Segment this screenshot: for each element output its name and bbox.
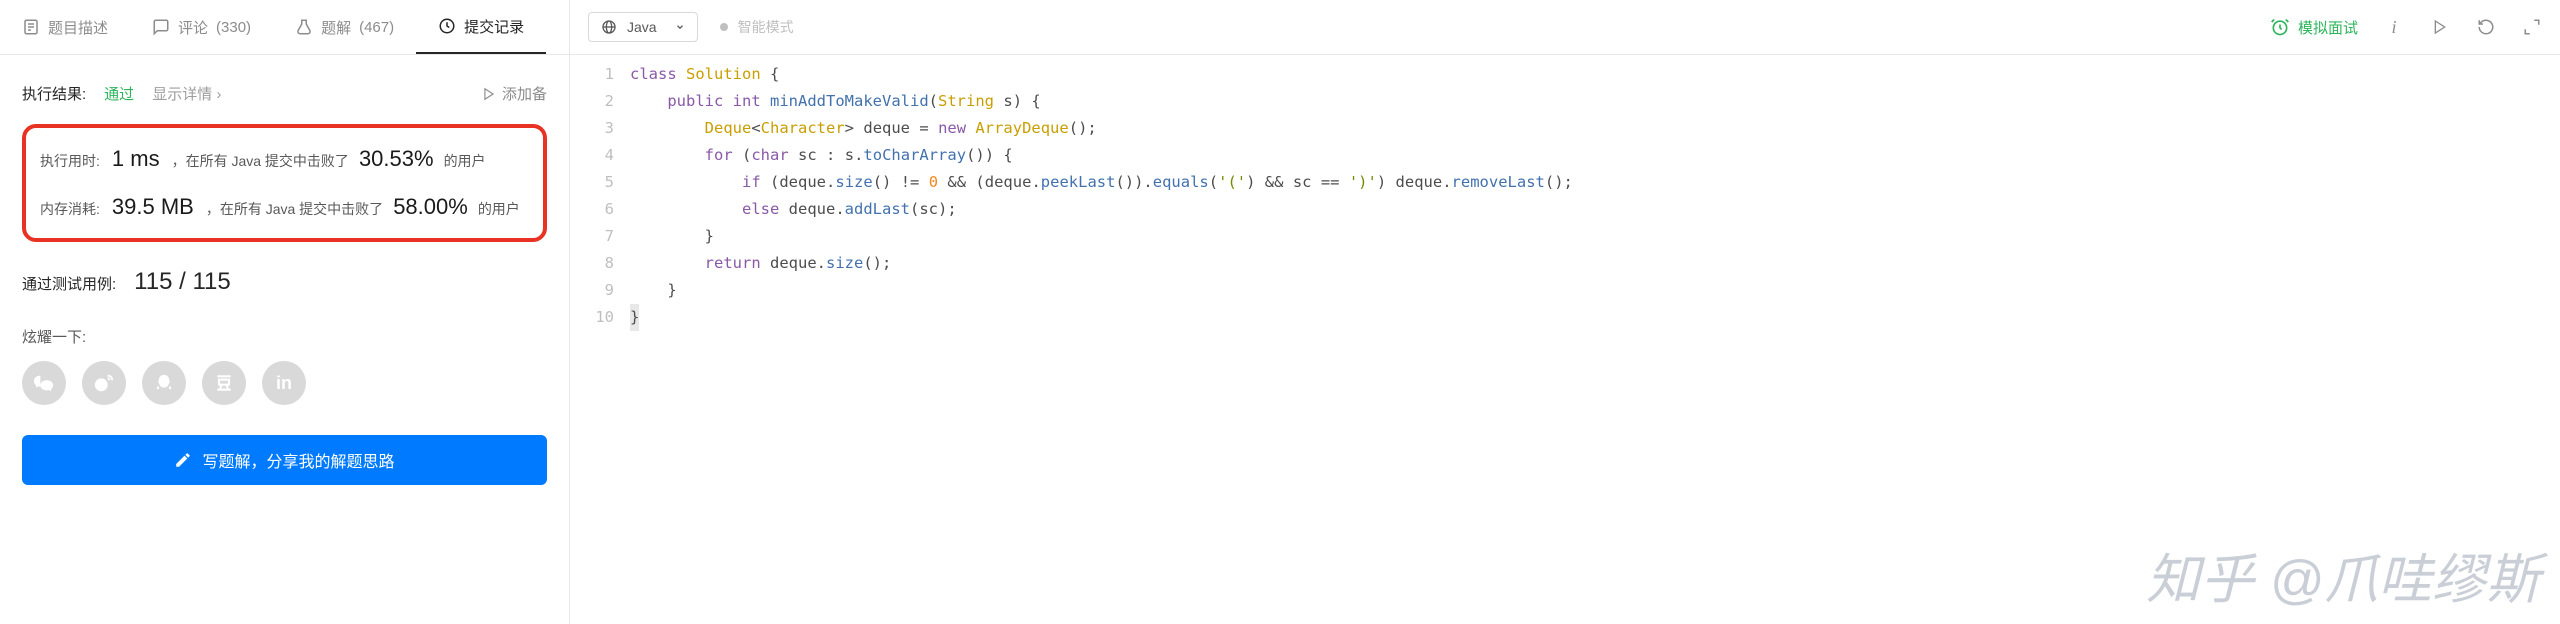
line-number: 10	[570, 304, 614, 331]
testcases: 通过测试用例: 115 / 115	[22, 268, 547, 296]
tab-solutions-count: (467)	[359, 19, 394, 36]
tab-comments[interactable]: 评论 (330)	[130, 0, 273, 54]
add-note-link[interactable]: 添加备	[482, 83, 547, 104]
clock-icon	[438, 17, 456, 35]
expand-icon	[2523, 18, 2541, 36]
line-number: 1	[570, 61, 614, 88]
line-number: 7	[570, 223, 614, 250]
runtime-line: 执行用时: 1 ms ，在所有 Java 提交中击败了 30.53% 的用户	[40, 146, 529, 172]
pencil-icon	[174, 451, 192, 469]
runtime-mid: ，在所有 Java 提交中击败了	[172, 151, 349, 171]
flag-icon	[482, 87, 496, 101]
tabs: 题目描述 评论 (330) 题解 (467) 提交记录	[0, 0, 569, 55]
runtime-suffix: 的用户	[444, 151, 486, 171]
line-number: 8	[570, 250, 614, 277]
memory-suffix: 的用户	[478, 199, 520, 219]
memory-label: 内存消耗:	[40, 199, 100, 219]
code-content[interactable]: class Solution { public int minAddToMake…	[630, 55, 2560, 331]
result-area: 执行结果: 通过 显示详情 › 添加备 执行用时: 1 ms ，在所有 Java…	[0, 55, 569, 624]
memory-line: 内存消耗: 39.5 MB ，在所有 Java 提交中击败了 58.00% 的用…	[40, 194, 529, 220]
stats-box: 执行用时: 1 ms ，在所有 Java 提交中击败了 30.53% 的用户 内…	[22, 124, 547, 242]
smart-mode-label: 智能模式	[738, 17, 794, 37]
tab-description-label: 题目描述	[48, 17, 108, 38]
linkedin-icon[interactable]: in	[262, 361, 306, 405]
social-icons: in	[22, 361, 547, 405]
result-header: 执行结果: 通过 显示详情 › 添加备	[22, 83, 547, 104]
add-note-label: 添加备	[502, 83, 547, 104]
line-number: 9	[570, 277, 614, 304]
douban-icon[interactable]	[202, 361, 246, 405]
line-number: 6	[570, 196, 614, 223]
line-number: 4	[570, 142, 614, 169]
show-details-link[interactable]: 显示详情 ›	[152, 83, 221, 104]
left-panel: 题目描述 评论 (330) 题解 (467) 提交记录 执行结果: 通过 显示详…	[0, 0, 570, 624]
result-status: 通过	[104, 83, 134, 104]
globe-icon	[601, 19, 617, 35]
alarm-icon	[2270, 17, 2290, 37]
toolbar-right: 模拟面试 i	[2270, 17, 2542, 38]
line-number: 2	[570, 88, 614, 115]
write-solution-label: 写题解，分享我的解题思路	[202, 448, 394, 472]
tab-solutions-label: 题解	[321, 17, 351, 38]
testcases-value: 115 / 115	[134, 268, 231, 296]
tab-description[interactable]: 题目描述	[0, 0, 130, 54]
run-button[interactable]	[2430, 17, 2450, 37]
memory-value: 39.5 MB	[112, 194, 194, 220]
info-button[interactable]: i	[2384, 17, 2404, 37]
reset-button[interactable]	[2476, 17, 2496, 37]
document-icon	[22, 18, 40, 36]
mock-interview-button[interactable]: 模拟面试	[2270, 17, 2358, 38]
memory-percent: 58.00%	[393, 194, 468, 220]
code-editor[interactable]: 1 2 3 4 5 6 7 8 9 10 class Solution { pu…	[570, 55, 2560, 331]
write-solution-button[interactable]: 写题解，分享我的解题思路	[22, 435, 547, 485]
runtime-value: 1 ms	[112, 146, 160, 172]
flask-icon	[295, 18, 313, 36]
wechat-icon[interactable]	[22, 361, 66, 405]
reset-icon	[2477, 18, 2495, 36]
tab-solutions[interactable]: 题解 (467)	[273, 0, 416, 54]
runtime-percent: 30.53%	[359, 146, 434, 172]
language-label: Java	[627, 19, 657, 35]
testcases-label: 通过测试用例:	[22, 273, 116, 294]
line-number: 5	[570, 169, 614, 196]
right-panel: Java 智能模式 模拟面试 i 1 2 3	[570, 0, 2560, 624]
smart-mode[interactable]: 智能模式	[720, 17, 794, 37]
status-dot-icon	[720, 23, 728, 31]
runtime-label: 执行用时:	[40, 151, 100, 171]
memory-mid: ，在所有 Java 提交中击败了	[206, 199, 383, 219]
tab-comments-label: 评论	[178, 17, 208, 38]
weibo-icon[interactable]	[82, 361, 126, 405]
result-label: 执行结果:	[22, 83, 86, 104]
tab-comments-count: (330)	[216, 19, 251, 36]
mock-interview-label: 模拟面试	[2298, 17, 2358, 38]
play-icon	[2432, 19, 2448, 35]
qq-icon[interactable]	[142, 361, 186, 405]
line-gutter: 1 2 3 4 5 6 7 8 9 10	[570, 55, 630, 331]
fullscreen-button[interactable]	[2522, 17, 2542, 37]
language-select[interactable]: Java	[588, 12, 698, 42]
editor-toolbar: Java 智能模式 模拟面试 i	[570, 0, 2560, 55]
share-label: 炫耀一下:	[22, 326, 547, 347]
comment-icon	[152, 18, 170, 36]
tab-submissions[interactable]: 提交记录	[416, 0, 546, 54]
tab-submissions-label: 提交记录	[464, 16, 524, 37]
chevron-down-icon	[675, 22, 685, 32]
line-number: 3	[570, 115, 614, 142]
